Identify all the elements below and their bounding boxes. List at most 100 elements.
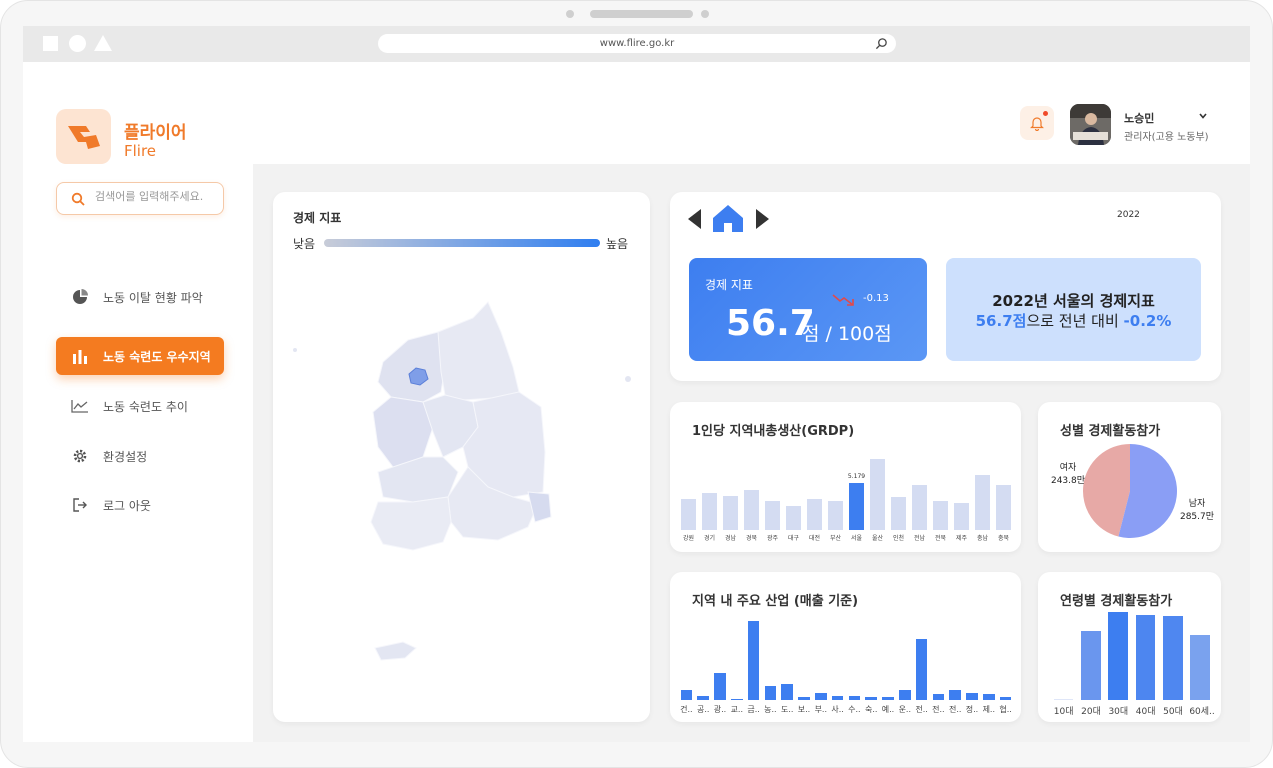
square-icon	[43, 36, 58, 51]
x-tick-label: 전남	[913, 535, 926, 542]
chart-bar[interactable]	[995, 485, 1012, 530]
male-label-text: 남자	[1188, 499, 1206, 509]
chart-bar[interactable]	[1108, 611, 1129, 700]
sidebar-item-settings[interactable]: 환경설정	[56, 437, 224, 475]
chart-bar[interactable]	[701, 492, 718, 530]
chart-bar[interactable]	[890, 497, 907, 530]
chart-bar[interactable]	[743, 489, 760, 530]
bell-icon	[1030, 116, 1044, 131]
chart-bar[interactable]	[722, 496, 739, 530]
chart-bar[interactable]	[882, 697, 894, 700]
chart-bar[interactable]	[898, 690, 911, 700]
notification-dot	[1043, 111, 1048, 116]
chart-bar[interactable]	[697, 695, 710, 700]
sidebar-item-skill-regions[interactable]: 노동 숙련도 우수지역	[56, 337, 224, 375]
sidebar-item-label: 노동 숙련도 추이	[103, 399, 188, 414]
prev-arrow-icon[interactable]	[687, 209, 703, 229]
x-tick-label: 운..	[898, 705, 912, 714]
search-input[interactable]	[95, 190, 215, 203]
chart-bar[interactable]	[781, 684, 794, 700]
chart-bar[interactable]	[831, 695, 844, 700]
home-icon[interactable]	[712, 204, 744, 233]
x-tick-label: 강원	[682, 535, 695, 542]
chart-bar[interactable]	[785, 506, 802, 530]
chart-bar[interactable]	[865, 697, 878, 700]
gender-title: 성별 경제활동참가	[1060, 424, 1161, 439]
kpi-delta: -0.13	[863, 293, 889, 304]
x-tick-label: 숙..	[864, 705, 878, 714]
chart-bar[interactable]	[827, 500, 844, 530]
user-name: 노승민	[1124, 112, 1155, 125]
chart-bar[interactable]	[714, 673, 726, 700]
chart-bar[interactable]	[949, 690, 962, 700]
notification-button[interactable]	[1020, 106, 1054, 140]
browser-toolbar: www.flire.go.kr	[23, 26, 1250, 62]
sidebar-item-label: 로그 아웃	[103, 498, 151, 513]
chart-bar[interactable]	[848, 482, 865, 530]
logo[interactable]	[56, 109, 111, 164]
address-bar[interactable]: www.flire.go.kr	[378, 34, 896, 53]
chart-bar[interactable]	[730, 698, 743, 700]
map-region-jeju	[374, 641, 417, 661]
next-arrow-icon[interactable]	[754, 209, 770, 229]
chart-bar[interactable]	[747, 620, 760, 700]
x-tick-label: 공..	[696, 705, 710, 714]
flire-logo-icon	[67, 125, 100, 149]
kpi-summary-text: 56.7점으로 전년 대비 -0.2%	[946, 310, 1201, 331]
search-box[interactable]	[56, 182, 224, 215]
chart-bar[interactable]	[764, 500, 781, 530]
male-value: 285.7만	[1179, 512, 1215, 522]
avatar[interactable]	[1070, 104, 1111, 145]
industry-chart-card: 지역 내 주요 산업 (매출 기준) 건.. 공.. 광.. 교.. 금.. 농.. 도..…	[670, 572, 1021, 722]
chart-bar[interactable]	[806, 499, 823, 530]
age-chart: 10대 20대 30대 40대 50대 60세..	[1038, 572, 1221, 722]
sidebar-item-logout[interactable]: 로그 아웃	[56, 486, 224, 524]
logout-icon	[71, 496, 89, 514]
kpi-score-box: 경제 지표 -0.13 56.7 점 / 100점	[689, 258, 927, 361]
sidebar-item-turnover[interactable]: 노동 이탈 현황 파악	[56, 278, 224, 316]
brand-sub: Flire	[124, 142, 157, 160]
economic-index-map-card: 경제 지표 낮음 높음	[273, 192, 650, 722]
chart-bar[interactable]	[1190, 635, 1211, 700]
chart-bar[interactable]	[848, 695, 861, 700]
x-tick-label: 보..	[797, 705, 811, 714]
x-tick-label: 50대	[1163, 707, 1183, 717]
sidebar: 플라이어 Flire 노동 이탈 현황 파악 노동 숙련도 우수지역 노동 숙련…	[23, 62, 253, 742]
chart-bar[interactable]	[1163, 616, 1183, 700]
x-tick-label: 경북	[745, 535, 758, 542]
x-tick-label: 전..	[932, 705, 945, 714]
x-tick-label: 도..	[780, 705, 794, 714]
search-icon[interactable]	[875, 37, 888, 50]
chart-bar[interactable]	[911, 485, 928, 530]
x-tick-label: 울산	[871, 535, 884, 542]
line-chart-icon	[71, 397, 89, 415]
x-tick-label: 전..	[915, 705, 928, 714]
chart-bar[interactable]	[680, 690, 693, 700]
female-label-text: 여자	[1059, 463, 1077, 473]
chart-bar[interactable]	[974, 475, 991, 530]
chart-bar[interactable]	[982, 694, 995, 700]
chart-bar[interactable]	[1053, 699, 1074, 700]
chart-bar[interactable]	[680, 499, 697, 530]
chart-bar[interactable]	[915, 639, 928, 700]
chart-bar[interactable]	[953, 502, 970, 530]
chart-bar[interactable]	[932, 694, 945, 700]
kpi-summary-value: 56.7점	[975, 312, 1027, 330]
x-tick-label: 수..	[848, 705, 861, 714]
x-tick-label: 건..	[680, 705, 693, 714]
industry-chart: 건.. 공.. 광.. 교.. 금.. 농.. 도.. 보.. 부.. 사.. 수.. 숙.. 예.. 운…	[670, 572, 1021, 722]
chart-bar[interactable]	[869, 458, 886, 530]
sidebar-item-skill-trend[interactable]: 노동 숙련도 추이	[56, 387, 224, 425]
chart-bar[interactable]	[814, 692, 827, 700]
chevron-down-icon[interactable]	[1197, 110, 1209, 122]
chart-bar[interactable]	[932, 500, 949, 530]
sidebar-item-label: 노동 이탈 현황 파악	[103, 290, 203, 305]
chart-bar[interactable]	[1135, 615, 1156, 700]
chart-bar[interactable]	[1081, 630, 1101, 700]
chart-bar[interactable]	[999, 697, 1012, 700]
chart-bar[interactable]	[966, 692, 978, 700]
chart-bar[interactable]	[764, 685, 777, 700]
kpi-label: 경제 지표	[705, 278, 753, 292]
chart-bar[interactable]	[798, 697, 810, 700]
map-region-gangwon	[437, 301, 520, 401]
